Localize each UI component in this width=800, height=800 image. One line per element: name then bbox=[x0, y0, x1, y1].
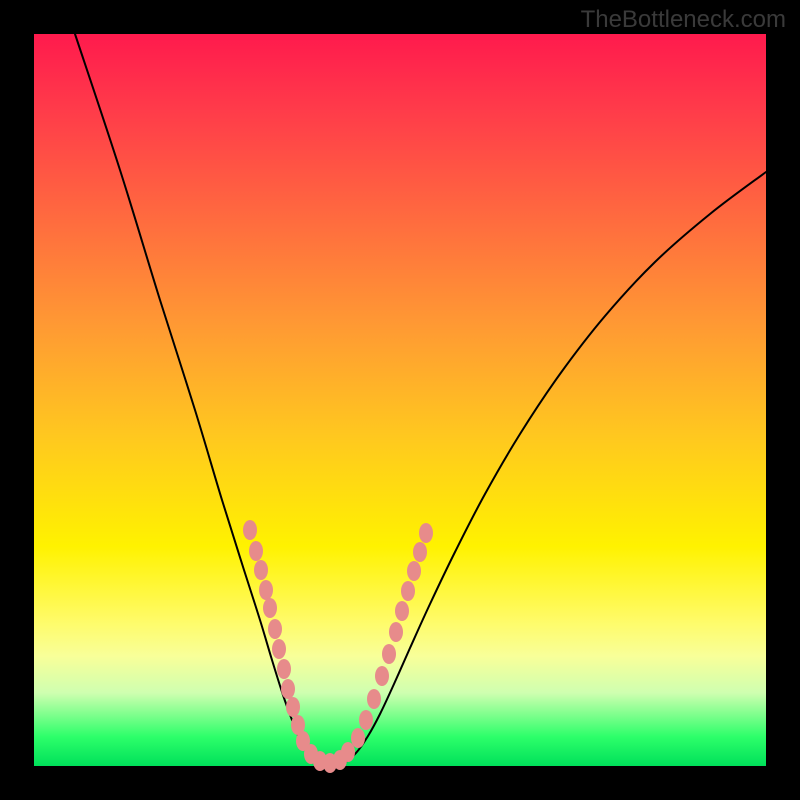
plot-gradient-area bbox=[34, 34, 766, 766]
chart-frame: TheBottleneck.com bbox=[0, 0, 800, 800]
watermark-text: TheBottleneck.com bbox=[581, 6, 786, 34]
